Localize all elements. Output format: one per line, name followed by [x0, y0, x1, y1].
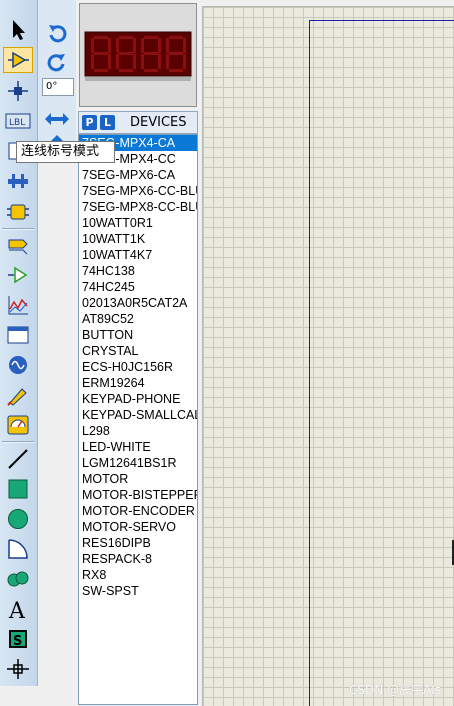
library-manager-button[interactable]: L [100, 115, 115, 130]
component-mode-button[interactable] [3, 47, 33, 73]
marker-mode-button[interactable] [3, 656, 33, 682]
device-list-item[interactable]: ERM19264 [79, 375, 197, 391]
terminals-mode-button[interactable] [3, 232, 33, 258]
graph-mode-button[interactable] [3, 292, 33, 318]
svg-text:S: S [13, 634, 22, 649]
seven-segment-preview-icon [84, 31, 192, 81]
device-list[interactable]: 7SEG-MPX4-CA 7SEG-MPX4-CC 7SEG-MPX6-CA 7SEG… [78, 134, 198, 705]
rotate-cw-icon [49, 25, 67, 43]
device-list-item[interactable]: MOTOR-ENCODER [79, 503, 197, 519]
mirror-horizontal-button[interactable] [43, 106, 71, 132]
select-mode-button[interactable] [3, 17, 33, 43]
device-list-item[interactable]: MOTOR-BISTEPPER [79, 487, 197, 503]
junction-dot-icon [8, 81, 28, 101]
device-list-item[interactable]: 10WATT1K [79, 231, 197, 247]
device-list-item[interactable]: 10WATT4K7 [79, 247, 197, 263]
wire-label-tooltip: 连线标号模式 [16, 141, 115, 163]
wire-label-mode-button[interactable]: LBL [3, 108, 33, 134]
device-list-item[interactable]: 10WATT0R1 [79, 215, 197, 231]
device-list-item[interactable]: 7SEG-MPX6-CC-BLUE [79, 183, 197, 199]
box-mode-button[interactable] [3, 476, 33, 502]
generator-icon [9, 356, 27, 374]
box-icon [8, 479, 28, 499]
meter-icon [7, 415, 29, 435]
watermark-text: CSDN @辰宇AIs [348, 683, 441, 697]
pin-icon [8, 266, 28, 284]
arc-icon [8, 539, 28, 559]
label-icon: LBL [5, 113, 31, 129]
device-pins-mode-button[interactable] [3, 262, 33, 288]
tape-icon [7, 326, 29, 344]
mode-toolbar: LBL A S [0, 0, 38, 686]
sheet-border [309, 20, 454, 706]
symbol-mode-button[interactable]: S [3, 626, 33, 652]
subcircuit-icon [7, 204, 29, 220]
device-list-item[interactable]: SW-SPST [79, 583, 197, 599]
line-mode-button[interactable] [3, 446, 33, 472]
path-icon [7, 571, 29, 587]
device-list-item[interactable]: KEYPAD-PHONE [79, 391, 197, 407]
virtual-instruments-mode-button[interactable] [3, 412, 33, 438]
rotate-ccw-icon [47, 54, 65, 72]
line-icon [8, 449, 28, 469]
svg-text:LBL: LBL [9, 118, 25, 128]
device-list-item[interactable]: 74HC245 [79, 279, 197, 295]
circle-icon [8, 509, 28, 529]
graph-icon [8, 296, 28, 315]
path-mode-button[interactable] [3, 566, 33, 592]
schematic-canvas[interactable]: CSDN @辰宇AIs [202, 6, 454, 706]
device-list-item[interactable]: LED-WHITE [79, 439, 197, 455]
device-list-item[interactable]: L298 [79, 423, 197, 439]
circle-mode-button[interactable] [3, 506, 33, 532]
tape-recorder-mode-button[interactable] [3, 322, 33, 348]
device-list-item[interactable]: 74HC138 [79, 263, 197, 279]
component-icon [8, 51, 29, 69]
device-list-item[interactable]: BUTTON [79, 327, 197, 343]
symbol-s-icon: S [9, 630, 27, 649]
device-list-item[interactable]: RES16DIPB [79, 535, 197, 551]
rotate-anticlockwise-button[interactable] [43, 49, 71, 75]
marker-crosshair-icon [7, 659, 29, 679]
voltage-probe-mode-button[interactable] [3, 382, 33, 408]
device-list-item[interactable]: 02013A0R5CAT2A [79, 295, 197, 311]
device-list-item[interactable]: AT89C52 [79, 311, 197, 327]
text-a-icon: A [8, 599, 26, 621]
buses-mode-button[interactable] [3, 168, 33, 194]
subcircuit-mode-button[interactable] [3, 199, 33, 225]
probe-icon [7, 388, 27, 406]
junction-dot-mode-button[interactable] [3, 78, 33, 104]
device-preview-window[interactable] [79, 3, 197, 107]
text-mode-button[interactable]: A [3, 596, 33, 622]
device-list-item[interactable]: 7SEG-MPX6-CA [79, 167, 197, 183]
svg-text:A: A [8, 599, 26, 621]
generator-mode-button[interactable] [3, 352, 33, 378]
device-list-item[interactable]: MOTOR [79, 471, 197, 487]
arrow-cursor-icon [13, 20, 25, 40]
mirror-horizontal-icon [45, 113, 69, 125]
devices-header: P L DEVICES [78, 111, 198, 134]
device-list-item[interactable]: MOTOR-SERVO [79, 519, 197, 535]
arc-mode-button[interactable] [3, 536, 33, 562]
terminal-icon [8, 239, 28, 255]
devices-title: DEVICES [130, 115, 187, 130]
device-list-item[interactable]: RESPACK-8 [79, 551, 197, 567]
pick-devices-button[interactable]: P [82, 115, 97, 130]
device-list-item[interactable]: CRYSTAL [79, 343, 197, 359]
device-list-item[interactable]: 7SEG-MPX8-CC-BLUE [79, 199, 197, 215]
device-list-item[interactable]: RX8 [79, 567, 197, 583]
bus-icon [8, 174, 28, 188]
device-list-item[interactable]: LGM12641BS1R [79, 455, 197, 471]
device-list-item[interactable]: ECS-H0JC156R [79, 359, 197, 375]
device-list-item[interactable]: KEYPAD-SMALLCALC [79, 407, 197, 423]
rotate-clockwise-button[interactable] [43, 20, 71, 46]
rotation-angle-field[interactable]: 0° [42, 78, 74, 96]
